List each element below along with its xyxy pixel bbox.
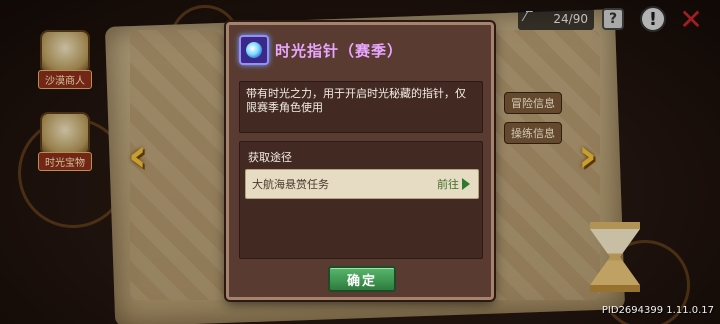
- dialog-header: 时光指针（赛季）: [239, 35, 403, 65]
- source-panel: 获取途径 大航海悬赏任务 前往: [239, 141, 483, 259]
- source-title: 获取途径: [248, 151, 292, 164]
- dialog-title: 时光指针（赛季）: [275, 41, 404, 60]
- item-info-dialog: 时光指针（赛季） 带有时光之力，用于开启时光秘藏的指针，仅限赛季角色使用 获取途…: [226, 22, 494, 300]
- item-description: 带有时光之力，用于开启时光秘藏的指针，仅限赛季角色使用: [239, 81, 483, 133]
- build-id: PID2694399 1.11.0.17: [601, 305, 714, 316]
- source-label: 大航海悬赏任务: [252, 178, 329, 191]
- source-row[interactable]: 大航海悬赏任务 前往: [245, 169, 479, 199]
- goto-button[interactable]: 前往: [437, 176, 470, 192]
- goto-label: 前往: [437, 178, 459, 191]
- time-pointer-icon: [239, 35, 269, 65]
- play-arrow-icon: [462, 178, 470, 190]
- confirm-button[interactable]: 确定: [328, 266, 396, 292]
